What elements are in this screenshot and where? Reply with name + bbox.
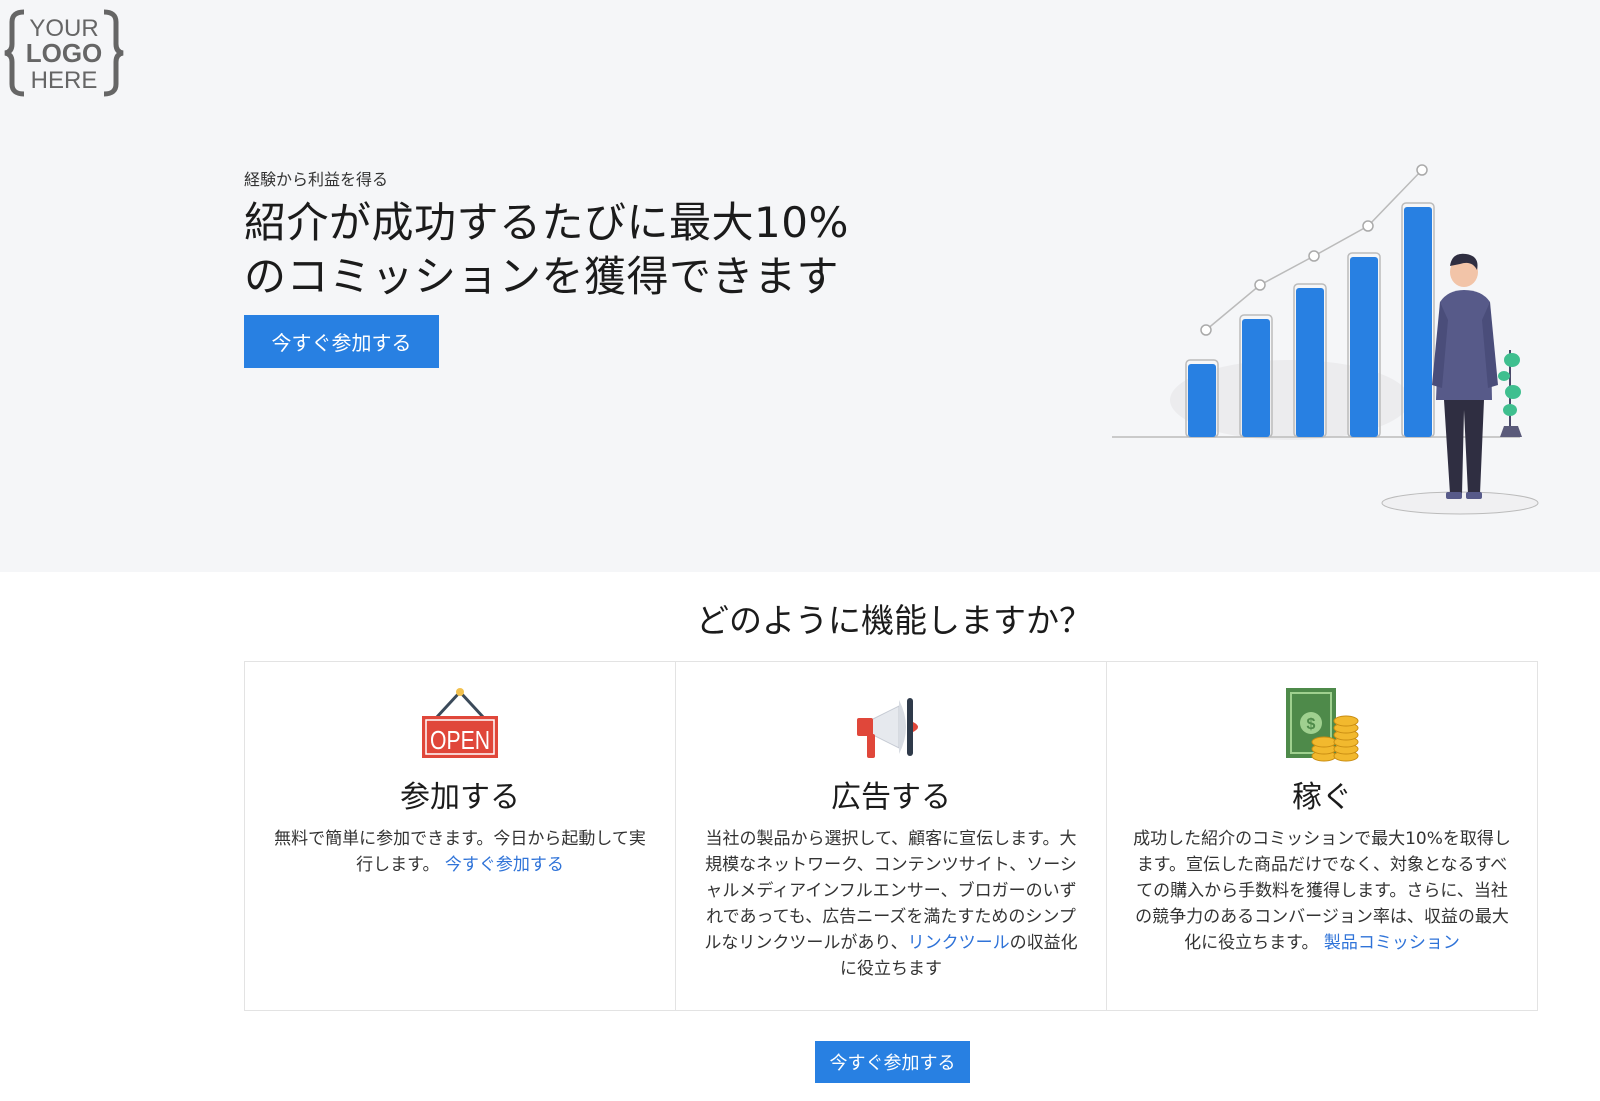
card-join-link[interactable]: 今すぐ参加する (445, 855, 564, 875)
hero-text: 経験から利益を得る 紹介が成功するたびに最大10% のコミッションを獲得できます (244, 166, 944, 304)
hero-section: YOUR LOGO HERE 経験から利益を得る 紹介が成功するたびに最大10%… (0, 0, 1600, 572)
hero-eyebrow: 経験から利益を得る (244, 170, 389, 189)
card-join-desc: 無料で簡単に参加できます。今日から起動して実行します。 今すぐ参加する (267, 826, 653, 878)
hero-headline: 紹介が成功するたびに最大10% のコミッションを獲得できます (244, 196, 944, 304)
card-earn-link[interactable]: 製品コミッション (1324, 933, 1460, 953)
card-join-title: 参加する (400, 780, 520, 815)
card-join: OPEN 参加する 無料で簡単に参加できます。今日から起動して実行します。 今す… (245, 662, 676, 1010)
how-it-works-cards: OPEN 参加する 無料で簡単に参加できます。今日から起動して実行します。 今す… (244, 661, 1538, 1011)
logo-line-2: LOGO (26, 38, 103, 68)
hero-join-button[interactable]: 今すぐ参加する (244, 315, 439, 368)
hero-headline-line-2: のコミッションを獲得できます (244, 252, 840, 301)
how-it-works-title: どのように機能しますか？ (696, 601, 1092, 640)
card-earn-title: 稼ぐ (1292, 780, 1352, 815)
logo-line-3: HERE (31, 67, 98, 94)
hero-headline-line-1: 紹介が成功するたびに最大10% (244, 198, 849, 247)
money-coins-icon: $ (1286, 688, 1359, 762)
bottom-join-button[interactable]: 今すぐ参加する (815, 1041, 970, 1083)
logo[interactable]: YOUR LOGO HERE (2, 8, 126, 98)
megaphone-icon (857, 698, 918, 758)
card-advertise-title: 広告する (831, 780, 951, 815)
card-advertise-link[interactable]: リンクツール (908, 933, 1010, 953)
card-advertise-desc: 当社の製品から選択して、顧客に宣伝します。大規模なネットワーク、コンテンツサイト… (698, 826, 1084, 982)
svg-text:$: $ (1307, 716, 1316, 733)
growth-chart-businessman-illustration (1112, 164, 1539, 515)
card-advertise: 広告する 当社の製品から選択して、顧客に宣伝します。大規模なネットワーク、コンテ… (676, 662, 1107, 1010)
open-sign-icon: OPEN (422, 688, 498, 758)
card-earn-desc: 成功した紹介のコミッションで最大10%を取得します。宣伝した商品だけでなく、対象… (1129, 826, 1515, 956)
open-sign-text: OPEN (430, 725, 490, 755)
card-earn: $ 稼ぐ 成功した紹介のコミッションで最大10%を取得します。宣伝した商品だけで… (1107, 662, 1537, 1010)
